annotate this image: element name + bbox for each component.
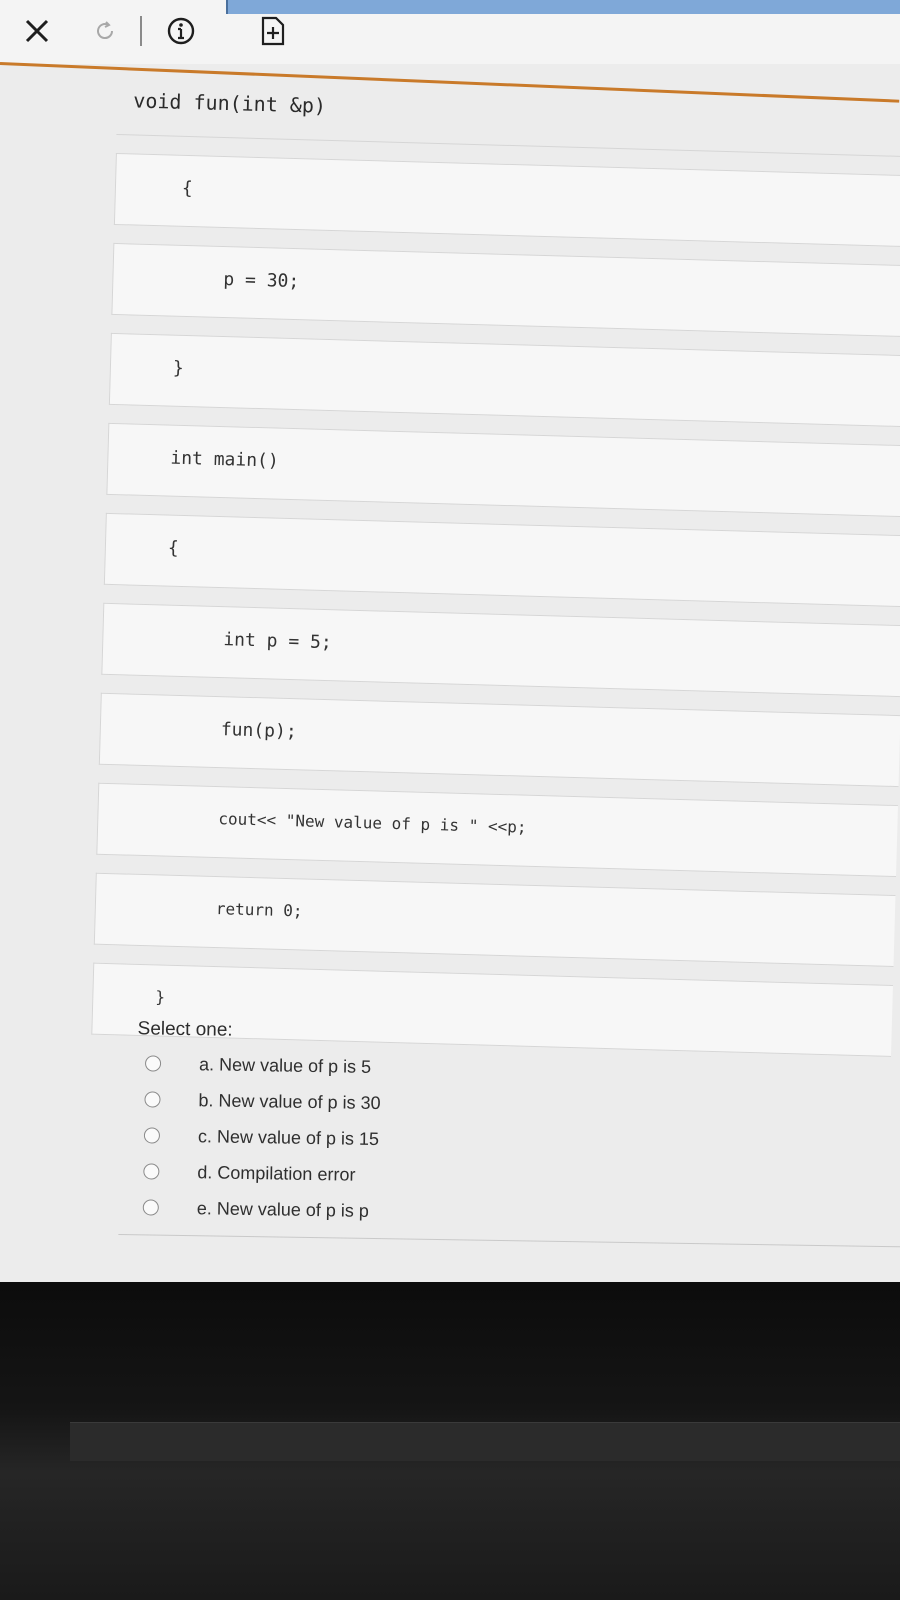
radio-button[interactable] <box>144 1091 161 1108</box>
code-row: return 0; <box>93 872 896 967</box>
monitor-bezel <box>0 1282 900 1600</box>
code-line: cout<< "New value of p is " <<p; <box>218 809 527 837</box>
question-code-block: void fun(int &p) { p = 30; } int main() … <box>91 78 900 1075</box>
code-row: int main() <box>106 422 900 518</box>
code-row: { <box>103 512 900 608</box>
select-one-label: Select one: <box>137 1018 233 1041</box>
code-row: { <box>113 152 900 248</box>
close-button[interactable] <box>20 14 54 48</box>
answer-option-d[interactable]: d. Compilation error <box>119 1156 619 1194</box>
answer-option-e[interactable]: e. New value of p is p <box>119 1192 619 1230</box>
toolbar-divider <box>140 16 142 46</box>
code-line: } <box>172 357 185 379</box>
code-row: int p = 5; <box>101 602 900 698</box>
code-line: return 0; <box>215 899 303 921</box>
code-line: int p = 5; <box>223 629 332 654</box>
answer-option-label: a. New value of p is 5 <box>198 1053 372 1077</box>
code-row: } <box>108 332 900 428</box>
add-page-button[interactable] <box>256 14 290 48</box>
close-icon <box>25 19 49 43</box>
answer-option-c[interactable]: c. New value of p is 15 <box>120 1120 620 1158</box>
bezel-ledge <box>70 1422 900 1461</box>
page-tab-strip <box>226 0 900 14</box>
answer-option-label: c. New value of p is 15 <box>197 1125 380 1149</box>
answer-option-label: e. New value of p is p <box>196 1197 370 1221</box>
info-icon <box>167 17 195 45</box>
answer-option-a[interactable]: a. New value of p is 5 <box>121 1048 621 1086</box>
radio-button[interactable] <box>143 1127 161 1144</box>
code-line: fun(p); <box>220 719 297 743</box>
browser-screen: void fun(int &p) { p = 30; } int main() … <box>0 0 900 1282</box>
code-row: void fun(int &p) <box>116 78 900 158</box>
code-line: p = 30; <box>223 269 300 293</box>
code-line: void fun(int &p) <box>133 88 327 118</box>
code-line: { <box>167 537 180 559</box>
code-row: p = 30; <box>111 242 900 338</box>
info-button[interactable] <box>164 14 198 48</box>
code-row: cout<< "New value of p is " <<p; <box>96 782 899 878</box>
add-page-icon <box>261 16 285 46</box>
reload-button[interactable] <box>88 14 122 48</box>
code-row: fun(p); <box>98 692 900 788</box>
radio-button[interactable] <box>144 1055 162 1072</box>
answer-option-label: d. Compilation error <box>197 1161 356 1185</box>
browser-toolbar <box>0 0 900 103</box>
reload-icon <box>97 21 114 40</box>
radio-button[interactable] <box>142 1199 159 1216</box>
radio-button[interactable] <box>143 1163 160 1180</box>
answer-option-b[interactable]: b. New value of p is 30 <box>120 1084 620 1122</box>
code-line: { <box>181 177 194 200</box>
code-line: int main() <box>170 447 280 472</box>
answer-options: Select one: a. New value of p is 5 b. Ne… <box>118 1004 900 1248</box>
answer-option-label: b. New value of p is 30 <box>198 1089 381 1113</box>
